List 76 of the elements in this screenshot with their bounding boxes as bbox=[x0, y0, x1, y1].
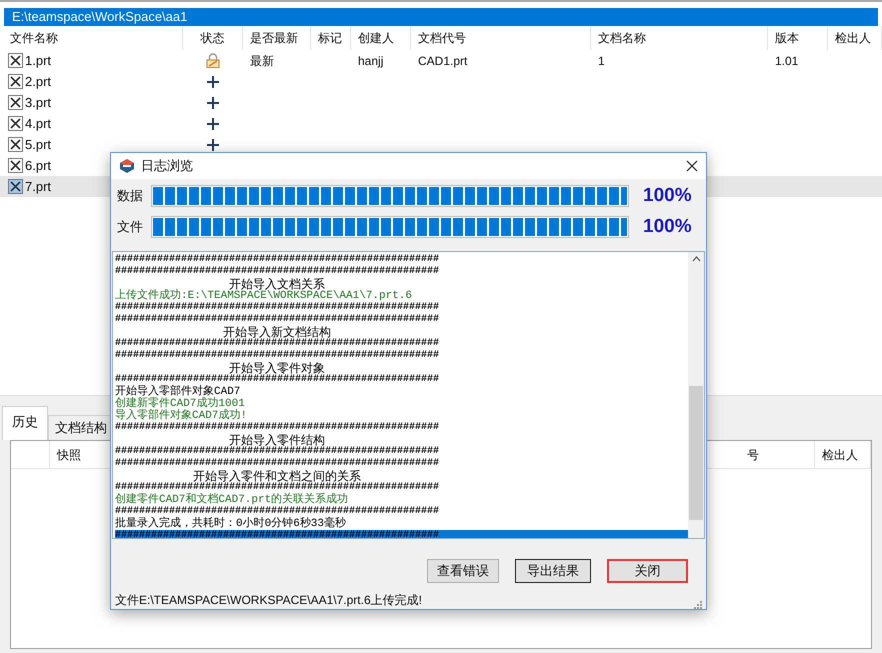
progress-reading: 100% bbox=[643, 214, 692, 239]
log-line: 创建零件CAD7和文档CAD7.prt的关联关系成功 bbox=[115, 494, 350, 506]
path-bar: E:\teamspace\WorkSpace\aa1 bbox=[4, 8, 878, 26]
column-header[interactable]: 是否最新 bbox=[250, 29, 298, 47]
part-file-icon bbox=[8, 158, 23, 173]
log-heading: 开始导入文档关系 bbox=[229, 278, 325, 290]
part-file-icon bbox=[8, 137, 23, 152]
column-header[interactable]: 版本 bbox=[775, 29, 799, 47]
scrollbar[interactable] bbox=[688, 252, 704, 538]
table-cell: 最新 bbox=[250, 54, 274, 68]
column-header[interactable]: 检出人 bbox=[822, 446, 858, 464]
progress-reading: 100% bbox=[643, 184, 692, 208]
table-cell: hanjj bbox=[358, 54, 384, 68]
file-name: 1.prt bbox=[25, 52, 52, 70]
separator-line: ###################################################### bbox=[115, 338, 440, 350]
separator-line[interactable]: ###################################################### bbox=[115, 530, 688, 538]
column-header[interactable]: 标记 bbox=[318, 29, 342, 47]
separator-line: ###################################################### bbox=[115, 506, 440, 517]
plus-icon bbox=[207, 138, 219, 150]
separator-line: ###################################################### bbox=[115, 254, 440, 266]
separator-line: ###################################################### bbox=[115, 458, 440, 470]
file-name: 3.prt bbox=[25, 94, 52, 112]
log-line: 批量录入完成，共耗时：0小时0分钟6秒33毫秒 bbox=[115, 518, 348, 530]
log-line: 上传文件成功:E:\TEAMSPACE\WORKSPACE\AA1\7.prt.6 bbox=[115, 290, 414, 302]
part-file-icon bbox=[8, 116, 23, 131]
part-file-icon bbox=[8, 53, 23, 68]
file-name: 7.prt bbox=[25, 178, 52, 196]
separator-line: ###################################################### bbox=[115, 374, 440, 385]
part-file-icon bbox=[8, 95, 23, 110]
app-logo-icon bbox=[119, 158, 135, 174]
separator-line: ###################################################### bbox=[115, 482, 440, 493]
log-heading: 开始导入零件和文档之间的关系 bbox=[193, 470, 361, 482]
tab[interactable]: 历史 bbox=[2, 406, 48, 440]
table-cell: 1 bbox=[598, 54, 605, 68]
column-header[interactable]: 创建人 bbox=[358, 29, 394, 47]
close-icon[interactable] bbox=[686, 160, 698, 172]
separator-line: ###################################################### bbox=[115, 266, 440, 278]
part-file-icon bbox=[8, 74, 23, 89]
log-line: 开始导入零部件对象CAD7 bbox=[115, 386, 242, 398]
progress-label: 数据 bbox=[117, 187, 144, 206]
dialog-button[interactable]: 关闭 bbox=[607, 559, 688, 583]
plus-icon bbox=[207, 118, 219, 130]
lock-icon bbox=[206, 53, 220, 68]
separator-line: ###################################################### bbox=[115, 302, 440, 314]
table-cell: 1.01 bbox=[775, 54, 798, 68]
log-heading: 开始导入新文档结构 bbox=[223, 326, 331, 338]
column-header[interactable]: 检出人 bbox=[835, 29, 871, 47]
dialog-title: 日志浏览 bbox=[141, 157, 193, 176]
log-line: 导入零部件对象CAD7成功! bbox=[115, 410, 248, 422]
separator-line: ###################################################### bbox=[115, 314, 440, 326]
part-file-icon bbox=[8, 179, 23, 194]
dialog-button[interactable]: 查看错误 bbox=[427, 559, 499, 583]
plus-icon bbox=[207, 76, 219, 88]
scroll-thumb[interactable] bbox=[689, 386, 703, 520]
file-name: 4.prt bbox=[25, 114, 52, 133]
log-heading: 开始导入零件对象 bbox=[229, 362, 325, 374]
table-cell: CAD1.prt bbox=[418, 54, 468, 68]
resize-grip-icon[interactable] bbox=[692, 599, 702, 609]
file-name: 2.prt bbox=[25, 72, 52, 91]
plus-icon bbox=[207, 96, 219, 108]
status-text: 文件E:\TEAMSPACE\WORKSPACE\AA1\7.prt.6上传完成! bbox=[115, 592, 422, 609]
dialog-button[interactable]: 导出结果 bbox=[515, 559, 591, 583]
column-header[interactable]: 号 bbox=[747, 446, 759, 464]
column-header[interactable]: 文件名称 bbox=[10, 29, 58, 47]
separator-line: ###################################################### bbox=[115, 446, 440, 458]
separator-line: ###################################################### bbox=[115, 422, 440, 434]
separator-line: ###################################################### bbox=[115, 350, 440, 362]
file-name: 5.prt bbox=[25, 136, 52, 154]
column-header[interactable]: 快照 bbox=[57, 446, 81, 464]
column-header[interactable]: 文档名称 bbox=[598, 29, 646, 47]
column-header[interactable]: 状态 bbox=[200, 29, 224, 47]
column-header[interactable]: 文档代号 bbox=[418, 29, 466, 47]
progress-label: 文件 bbox=[117, 218, 144, 236]
file-name: 6.prt bbox=[25, 156, 52, 175]
log-heading: 开始导入零件结构 bbox=[229, 434, 325, 446]
log-line: 创建新零件CAD7成功1001 bbox=[115, 398, 246, 410]
